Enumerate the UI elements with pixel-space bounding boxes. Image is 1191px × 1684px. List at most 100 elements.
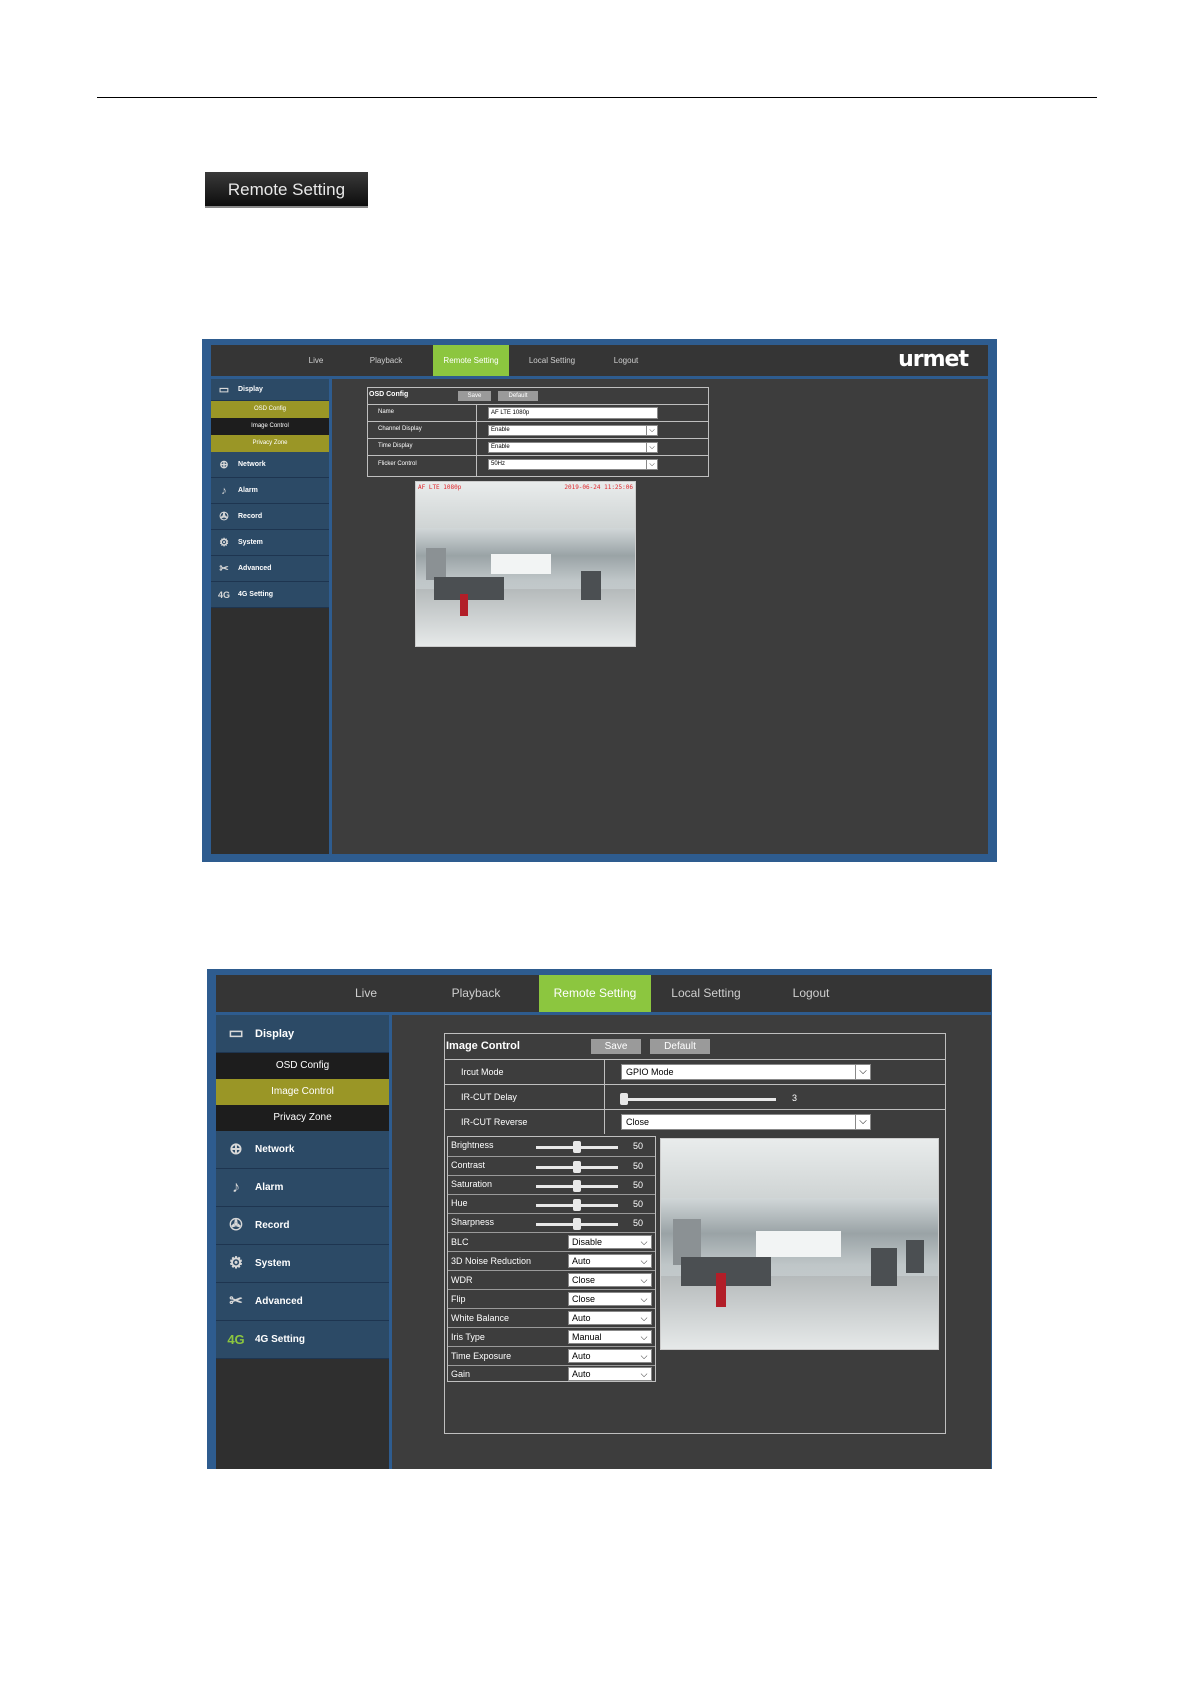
time-exposure-select[interactable]: Auto ⌵ <box>568 1349 652 1363</box>
sharpness-slider-handle[interactable] <box>573 1218 581 1230</box>
wdr-select[interactable]: Close ⌵ <box>568 1273 652 1287</box>
blc-row: BLC Disable ⌵ <box>448 1232 655 1251</box>
sidebar-item-record[interactable]: ✇ Record <box>211 504 329 530</box>
sidebar-item-label: Display <box>255 1028 295 1040</box>
select-value: 50Hz <box>491 461 506 467</box>
row-label: Time Exposure <box>451 1351 512 1361</box>
hue-slider-handle[interactable] <box>573 1199 581 1211</box>
sidebar-item-network[interactable]: ⊕ Network <box>211 452 329 478</box>
select-value: Auto <box>572 1369 591 1379</box>
sidebar-item-display[interactable]: ▭ Display <box>216 1015 389 1053</box>
row-label: 3D Noise Reduction <box>451 1256 532 1266</box>
gear-icon: ⚙ <box>219 537 229 549</box>
sidebar-item-display[interactable]: ▭ Display <box>211 379 329 401</box>
urmet-logo: urmet <box>898 347 969 372</box>
sharpness-value: 50 <box>633 1218 644 1228</box>
select-value: Auto <box>572 1256 591 1266</box>
nav-remote-setting[interactable]: Remote Setting <box>539 975 651 1012</box>
row-label: IR-CUT Delay <box>461 1092 517 1102</box>
row-label: Name <box>378 409 395 415</box>
signal-4g-icon: 4G <box>227 1332 245 1347</box>
sidebar-item-label: Record <box>238 513 263 520</box>
nav-logout[interactable]: Logout <box>776 975 846 1012</box>
brightness-row: Brightness 50 <box>448 1137 655 1156</box>
contrast-slider-handle[interactable] <box>573 1161 581 1173</box>
page-rule <box>97 97 1097 98</box>
default-button[interactable]: Default <box>498 391 538 401</box>
white-balance-select[interactable]: Auto ⌵ <box>568 1311 652 1325</box>
row-label: Flip <box>451 1294 466 1304</box>
flicker-control-select[interactable]: 50Hz ⌵ <box>488 459 658 470</box>
brightness-slider-handle[interactable] <box>573 1141 581 1153</box>
save-button[interactable]: Save <box>591 1039 641 1054</box>
sidebar-item-4g-setting[interactable]: 4G 4G Setting <box>216 1321 389 1359</box>
ircut-reverse-select[interactable]: Close ⌵ <box>621 1114 871 1130</box>
ircut-mode-select[interactable]: GPIO Mode ⌵ <box>621 1064 871 1080</box>
select-value: Auto <box>572 1351 591 1361</box>
gain-select[interactable]: Auto ⌵ <box>568 1367 652 1381</box>
sidebar-item-record[interactable]: ✇ Record <box>216 1207 389 1245</box>
nav-local-setting[interactable]: Local Setting <box>517 345 587 376</box>
row-label: Time Display <box>378 443 413 449</box>
sidebar-item-label: Network <box>238 461 266 468</box>
sidebar-sub-image-control[interactable]: Image Control <box>211 418 329 435</box>
osd-channel-name-overlay[interactable]: AF LTE 1080p <box>418 484 461 491</box>
iris-type-select[interactable]: Manual ⌵ <box>568 1330 652 1344</box>
ircut-delay-slider-handle[interactable] <box>620 1093 629 1105</box>
chevron-down-icon: ⌵ <box>640 1275 648 1285</box>
save-button[interactable]: Save <box>458 391 491 401</box>
flip-select[interactable]: Close ⌵ <box>568 1292 652 1306</box>
default-button[interactable]: Default <box>650 1039 710 1054</box>
sidebar-sub-osd-config[interactable]: OSD Config <box>211 401 329 418</box>
nav-live[interactable]: Live <box>291 345 341 376</box>
flip-row: Flip Close ⌵ <box>448 1289 655 1308</box>
sidebar-sub-image-control[interactable]: Image Control <box>216 1079 389 1105</box>
ircut-delay-slider[interactable] <box>621 1098 776 1101</box>
select-value: GPIO Mode <box>626 1067 674 1077</box>
chevron-down-icon: ⌵ <box>640 1369 648 1379</box>
noise-reduction-row: 3D Noise Reduction Auto ⌵ <box>448 1251 655 1270</box>
nav-live[interactable]: Live <box>336 975 396 1012</box>
remote-setting-button[interactable]: Remote Setting <box>205 172 368 208</box>
select-value: Auto <box>572 1313 591 1323</box>
sidebar-item-label: 4G Setting <box>238 591 274 598</box>
sidebar-sub-privacy-zone[interactable]: Privacy Zone <box>211 435 329 452</box>
nav-playback[interactable]: Playback <box>436 975 516 1012</box>
sidebar-item-alarm[interactable]: ♪ Alarm <box>216 1169 389 1207</box>
sidebar-item-system[interactable]: ⚙ System <box>211 530 329 556</box>
sidebar: ▭ Display OSD Config Image Control Priva… <box>216 1015 392 1469</box>
osd-row-time-display: Time Display Enable ⌵ <box>368 438 708 455</box>
noise-reduction-select[interactable]: Auto ⌵ <box>568 1254 652 1268</box>
camera-preview[interactable]: AF LTE 1080p 2019-06-24 11:25:06 <box>415 481 636 647</box>
nav-logout[interactable]: Logout <box>601 345 651 376</box>
sidebar-sub-osd-config[interactable]: OSD Config <box>216 1053 389 1079</box>
time-exposure-row: Time Exposure Auto ⌵ <box>448 1346 655 1365</box>
sidebar-item-network[interactable]: ⊕ Network <box>216 1131 389 1169</box>
name-input[interactable]: AF LTE 1080p <box>488 407 658 419</box>
contrast-value: 50 <box>633 1161 644 1171</box>
sidebar-item-advanced[interactable]: ✂ Advanced <box>216 1283 389 1321</box>
nav-playback[interactable]: Playback <box>351 345 421 376</box>
sharpness-row: Sharpness 50 <box>448 1213 655 1232</box>
nav-local-setting[interactable]: Local Setting <box>656 975 756 1012</box>
select-value: Manual <box>572 1332 602 1342</box>
time-display-select[interactable]: Enable ⌵ <box>488 442 658 453</box>
globe-icon: ⊕ <box>219 459 229 471</box>
sidebar-item-4g-setting[interactable]: 4G 4G Setting <box>211 582 329 608</box>
chevron-down-icon: ⌵ <box>640 1332 648 1342</box>
sidebar-item-label: Alarm <box>255 1182 284 1193</box>
channel-display-select[interactable]: Enable ⌵ <box>488 425 658 436</box>
camera-preview[interactable] <box>660 1138 939 1350</box>
nav-remote-setting[interactable]: Remote Setting <box>433 345 509 376</box>
sidebar-item-system[interactable]: ⚙ System <box>216 1245 389 1283</box>
osd-timestamp-overlay[interactable]: 2019-06-24 11:25:06 <box>564 484 633 491</box>
white-balance-row: White Balance Auto ⌵ <box>448 1308 655 1327</box>
sidebar-sub-privacy-zone[interactable]: Privacy Zone <box>216 1105 389 1131</box>
sidebar-item-advanced[interactable]: ✂ Advanced <box>211 556 329 582</box>
row-label: Sharpness <box>451 1217 495 1227</box>
ircut-mode-row: Ircut Mode GPIO Mode ⌵ <box>445 1059 945 1084</box>
saturation-slider-handle[interactable] <box>573 1180 581 1192</box>
blc-select[interactable]: Disable ⌵ <box>568 1235 652 1249</box>
sidebar-item-alarm[interactable]: ♪ Alarm <box>211 478 329 504</box>
select-value: Enable <box>491 444 510 450</box>
